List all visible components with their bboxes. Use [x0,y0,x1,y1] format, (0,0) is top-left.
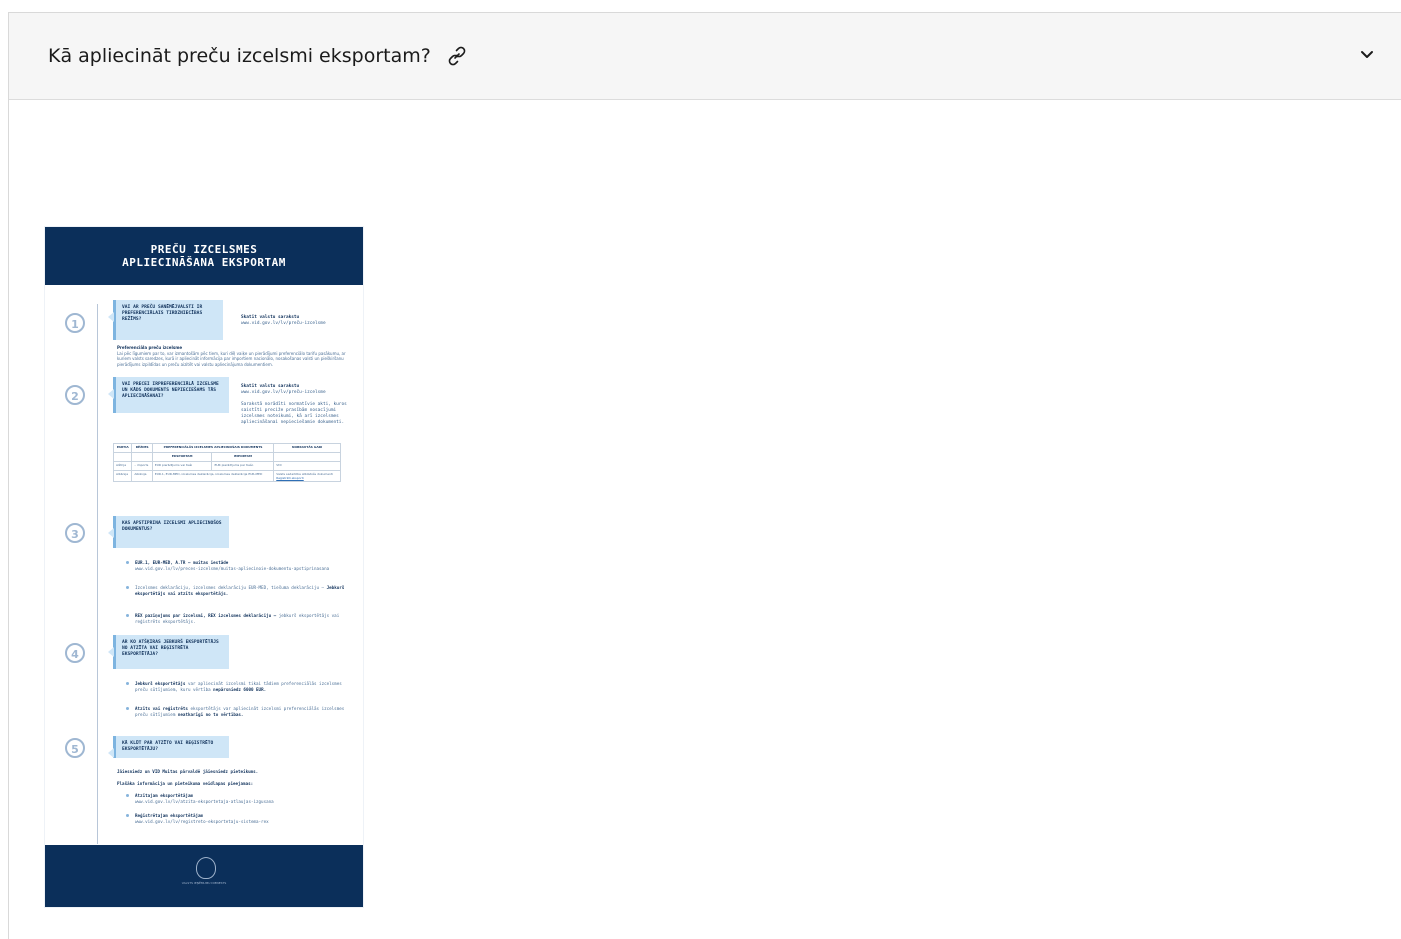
q4-b2-end: neatkarīgi no to vērtības. [177,711,244,717]
accordion-item: Kā apliecināt preču izcelsmi eksportam? … [8,12,1401,939]
q1-side: Skatīt valstu sarakstu www.vid.gov.lv/lv… [241,315,351,327]
q1-side-title: Skatīt valstu sarakstu [241,315,300,320]
question-5: KĀ KLŪT PAR ATZĪTO VAI REĢISTRĒTO EKSPOR… [108,736,229,758]
q5-b1-url: www.vid.gov.lv/lv/atzita-eksportetaja-at… [135,798,274,804]
table-cell: EUR pierādījums vai tieši [151,461,213,471]
chevron-down-icon[interactable] [1358,45,1376,63]
q2-side-title: Skatīt valstu sarakstu [241,384,300,389]
question-1: VAI AR PREČU SANĒMĒJVALSTI IR PREFERENCI… [108,300,223,340]
accordion-title[interactable]: Kā apliecināt preču izcelsmi eksportam? [48,45,431,67]
q1-sub-text: Lai pēc līgumiem par to, var izmantošām … [117,350,346,367]
requirements-table: PARTIA RĒŽIMS PREFERENCIĀLĀS IZCELSMES A… [112,443,341,482]
table-cell: Albānija [112,470,133,482]
table-row: Albānija Albānija EUR.1, EUR-MED, izcels… [112,470,341,482]
q5-bullet-2: Reģistrētajam eksportētājam www.vid.gov.… [126,813,347,825]
q2-side: Skatīt valstu sarakstu www.vid.gov.lv/lv… [241,384,351,426]
accordion-header[interactable]: Kā apliecināt preču izcelsmi eksportam? [9,13,1401,100]
q3-bullet-2: Izcelsmes deklarāciju, izcelsmes deklarā… [126,585,347,597]
accordion-body: PREČU IZCELSMES APLIECINĀŠANA EKSPORTAM … [9,100,1401,939]
q5-line2: Plašāka informācija un pieteikuma veidla… [117,781,254,786]
q3-b1-bold: EUR.1, EUR-MED, A.TR – muitas iestāde [135,560,229,565]
q3-b2-text: Izcelsmes deklarāciju, izcelsmes deklarā… [135,585,325,590]
q3-b1-text: www.vid.gov.lv/lv/preces-izcelsme/muitas… [135,565,330,571]
timeline-line [97,304,98,844]
poster-title-line1: PREČU IZCELSMES [150,243,258,256]
table-subheader: IMPORTAM [211,452,275,462]
poster-title-line2: APLIECINĀŠANA EKSPORTAM [122,256,286,269]
q1-sub-title: Preferenciāla preču izcelsme [117,345,183,350]
q5-b2-bold: Reģistrētajam eksportētājam [135,813,204,818]
crest-icon [196,857,216,879]
table-cell: Alžīrija [112,461,133,471]
q3-b3-bold: REX paziņojums par izcelsmi, REX izcelsm… [135,613,277,618]
table-link[interactable]: Reģistrēti eksporti [276,476,303,480]
step-number-4: 4 [65,643,85,663]
table-header: PARTIA [112,443,133,453]
poster-footer: VALSTS IEŅĒMUMU DIENESTS [45,845,363,907]
q2-side-text: Sarakstā norādīti normatīvie akti, kuros… [241,402,347,425]
q1-side-url: www.vid.gov.lv/lv/preču-izcelsme [241,321,326,326]
table-header: RĒŽIMS [131,443,153,453]
step-number-3: 3 [65,523,85,543]
step-number-2: 2 [65,385,85,405]
table-cell: Albānija [131,470,153,482]
table-cell: EUR pierādījums par tiešo [211,461,275,471]
question-3: KAS APSTIPRINA IZCELSMI APLIECINOŠOS DOK… [108,516,229,548]
q5-line1: Jāiesniedz un VID Muitas pārvaldē jāiesn… [117,769,259,774]
step-number-5: 5 [65,738,85,758]
table-cell: – imports [131,461,153,471]
question-4: AR KO ATŠĶIRAS JEBKURŠ EKSPORTĒTĀJS NO A… [108,635,229,669]
q3-bullet-1: EUR.1, EUR-MED, A.TR – muitas iestāde ww… [126,560,347,572]
q4-bullet-1: Jebkurš eksportētājs var apliecināt izce… [126,681,347,693]
table-cell: EUR.1, EUR-MED, izcelsmes deklarācija, i… [151,470,275,482]
q5-b2-url: www.vid.gov.lv/lv/registreto-eksportetaj… [135,818,269,824]
q5-b1-bold: Atzītajam eksportētājam [135,793,193,798]
poster-footer-text: VALSTS IEŅĒMUMU DIENESTS [181,881,227,885]
q3-bullet-3: REX paziņojums par izcelsmi, REX izcelsm… [126,613,347,625]
link-icon[interactable] [445,44,469,68]
table-header: NOBRAUTĀS GADI [273,443,341,453]
q4-bullet-2: Atzīts vai reģistrēts eksportētājs var a… [126,706,347,718]
infographic-image[interactable]: PREČU IZCELSMES APLIECINĀŠANA EKSPORTAM … [45,227,363,907]
q1-subtext: Preferenciāla preču izcelsme Lai pēc līg… [117,345,353,367]
table-cell: Valsts sadarbība atbilstošs dokumenti Re… [273,470,341,482]
q5-bullet-1: Atzītajam eksportētājam www.vid.gov.lv/l… [126,793,347,805]
q4-b1-end: nepārsniedz 6000 EUR. [213,686,267,692]
table-row: Alžīrija – imports EUR pierādījums vai t… [112,461,341,471]
q4-b2-bold: Atzīts vai reģistrēts [135,706,188,711]
table-cell: VDI [273,461,341,471]
question-2: VAI PRECEI IRPREFERENCIĀLĀ IZCELSME UN K… [108,377,229,413]
step-number-1: 1 [65,313,85,333]
q4-b1-bold: Jebkurš eksportētājs [135,681,186,686]
table-header: PREFERENCIĀLĀS IZCELSMES APLIECINOŠAIS D… [151,443,275,453]
q2-side-url: www.vid.gov.lv/lv/preču-izcelsme [241,390,326,395]
table-subheader: EKSPORTAM [151,452,213,462]
poster-header: PREČU IZCELSMES APLIECINĀŠANA EKSPORTAM [45,227,363,285]
